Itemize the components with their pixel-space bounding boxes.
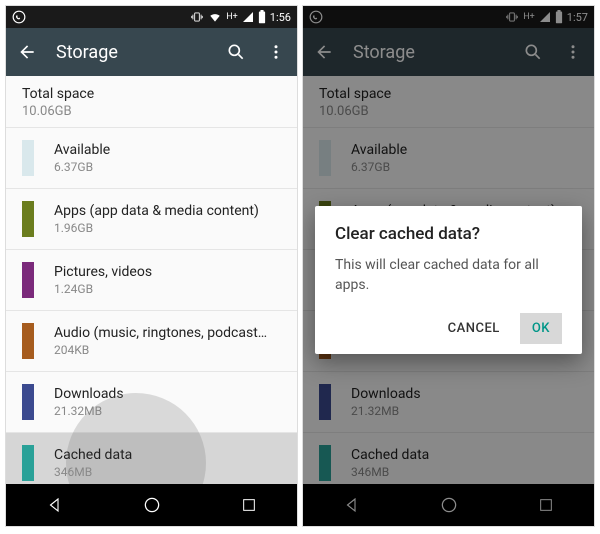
row-value: 1.24GB <box>54 282 152 296</box>
swatch-icon <box>22 445 34 481</box>
whatsapp-icon <box>12 10 26 24</box>
row-apps[interactable]: Apps (app data & media content) 1.96GB <box>6 189 297 249</box>
row-cached-data[interactable]: Cached data 346MB <box>6 433 297 484</box>
phone-left: H+ 1:56 Storage Total space 10.06GB <box>5 5 298 527</box>
dialog-title: Clear cached data? <box>335 224 562 244</box>
row-available[interactable]: Available 6.37GB <box>6 128 297 188</box>
wifi-icon <box>208 10 222 24</box>
vibrate-icon <box>190 10 204 24</box>
swatch-icon <box>22 384 34 420</box>
status-bar: H+ 1:56 <box>6 6 297 28</box>
row-value: 1.96GB <box>54 221 259 235</box>
battery-icon <box>258 10 266 24</box>
total-space-row[interactable]: Total space 10.06GB <box>6 76 297 127</box>
row-pictures[interactable]: Pictures, videos 1.24GB <box>6 250 297 310</box>
clock-label: 1:56 <box>270 11 291 24</box>
swatch-icon <box>22 140 34 176</box>
back-icon[interactable] <box>16 41 38 63</box>
signal-icon <box>242 11 254 23</box>
dialog-body: This will clear cached data for all apps… <box>335 256 562 295</box>
row-audio[interactable]: Audio (music, ringtones, podcasts, et.. … <box>6 311 297 371</box>
nav-home-icon[interactable] <box>141 494 163 516</box>
nav-back-icon[interactable] <box>44 494 66 516</box>
phone-right: H+ 1:57 Storage Total space 10.06GB <box>302 5 595 527</box>
row-label: Audio (music, ringtones, podcasts, et.. <box>54 325 274 341</box>
network-label: H+ <box>226 12 238 22</box>
overflow-icon[interactable] <box>265 41 287 63</box>
row-value: 346MB <box>54 465 132 479</box>
cancel-button[interactable]: CANCEL <box>436 313 512 344</box>
row-label: Cached data <box>54 447 132 463</box>
total-space-label: Total space <box>22 86 281 102</box>
swatch-icon <box>22 323 34 359</box>
swatch-icon <box>22 262 34 298</box>
ok-button[interactable]: OK <box>520 313 562 344</box>
clear-cache-dialog: Clear cached data? This will clear cache… <box>315 206 582 354</box>
page-title: Storage <box>56 42 207 63</box>
row-value: 6.37GB <box>54 160 110 174</box>
storage-list: Total space 10.06GB Available 6.37GB App… <box>6 76 297 484</box>
nav-bar <box>6 484 297 526</box>
row-label: Available <box>54 142 110 158</box>
total-space-value: 10.06GB <box>22 104 281 119</box>
app-bar: Storage <box>6 28 297 76</box>
row-label: Apps (app data & media content) <box>54 203 259 219</box>
row-label: Pictures, videos <box>54 264 152 280</box>
search-icon[interactable] <box>225 41 247 63</box>
swatch-icon <box>22 201 34 237</box>
nav-recent-icon[interactable] <box>238 494 260 516</box>
row-value: 204KB <box>54 343 274 357</box>
